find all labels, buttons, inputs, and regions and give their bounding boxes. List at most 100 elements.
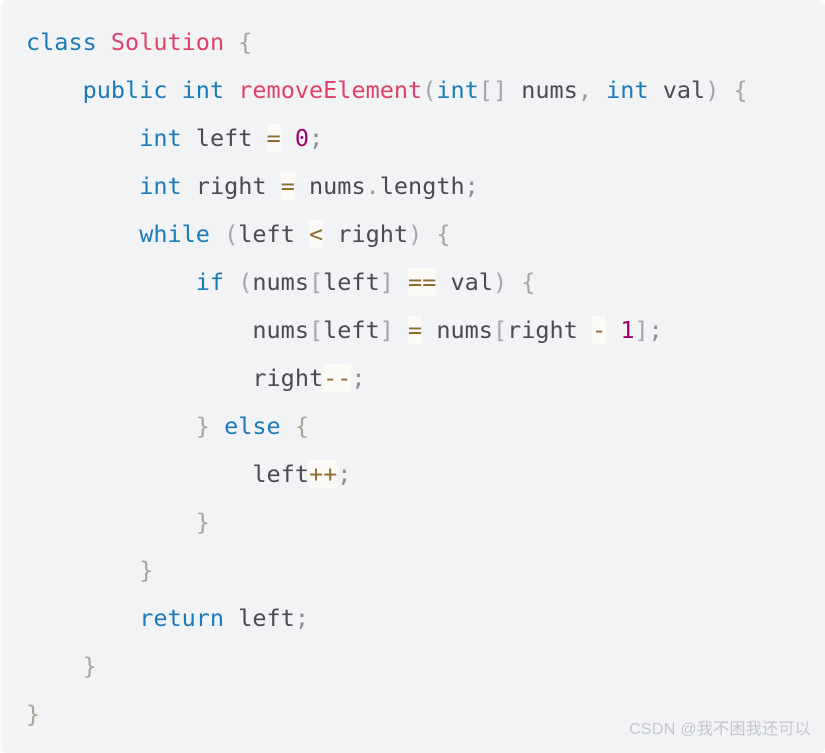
code-token-title: Solution [110, 28, 225, 56]
code-token-bracket: [ [308, 268, 324, 296]
code-line: if (nums[left] == val) { [26, 258, 825, 306]
code-line: } [26, 498, 825, 546]
code-token-keyword: public [82, 76, 168, 104]
code-token-ident: right [337, 220, 409, 248]
code-token-brace: { [521, 268, 536, 296]
code-token-type: int [139, 124, 182, 152]
code-token-paren: ) [705, 76, 720, 104]
code-token-type: int [606, 76, 649, 104]
code-token-dot: . [365, 172, 380, 200]
csdn-watermark: CSDN @我不困我还可以 [629, 721, 811, 738]
code-line: right--; [26, 354, 825, 402]
code-token-brace: { [238, 28, 253, 56]
code-token-semi: ; [309, 124, 324, 152]
code-line: while (left < right) { [26, 210, 825, 258]
code-line: return left; [26, 594, 825, 642]
code-token-ident: length [379, 172, 465, 200]
code-token-brace: } [195, 508, 210, 536]
code-token-keyword: while [139, 220, 210, 248]
code-listing[interactable]: class Solution { public int removeElemen… [3, 14, 825, 738]
code-token-ident: nums [436, 316, 493, 344]
code-token-semi: ; [337, 460, 352, 488]
code-line: nums[left] = nums[right - 1]; [26, 306, 825, 354]
code-token-brace: } [82, 652, 97, 680]
code-token-bracket: [ [308, 316, 324, 344]
code-block: class Solution { public int removeElemen… [0, 0, 825, 753]
code-token-bracket: ] [379, 268, 394, 296]
code-token-ident: nums [521, 76, 578, 104]
code-line: int right = nums.length; [26, 162, 825, 210]
code-token-bracket: [ [492, 316, 508, 344]
code-token-op: -- [323, 364, 352, 392]
code-token-brace: } [139, 556, 154, 584]
code-token-semi: ; [464, 172, 479, 200]
code-token-brace: } [195, 412, 210, 440]
code-token-op: = [266, 124, 281, 152]
code-token-paren: ( [422, 76, 437, 104]
code-token-paren: ( [238, 268, 253, 296]
code-token-bracket: ] [634, 316, 649, 344]
code-token-op: = [408, 316, 423, 344]
code-line: class Solution { [26, 18, 825, 66]
code-token-ident: left [252, 460, 309, 488]
code-line: int left = 0; [26, 114, 825, 162]
code-token-ident: left [238, 604, 295, 632]
code-token-keyword: if [195, 268, 225, 296]
code-token-number: 0 [294, 124, 310, 152]
code-token-ident: nums [309, 172, 366, 200]
code-line: } [26, 642, 825, 690]
code-token-ident: nums [252, 268, 309, 296]
code-token-op: - [592, 316, 607, 344]
code-token-op: == [408, 268, 437, 296]
code-token-bracket: [] [478, 76, 508, 104]
code-line: left++; [26, 450, 825, 498]
code-token-type: int [436, 76, 479, 104]
code-token-brace: { [436, 220, 451, 248]
code-token-ident: left [323, 316, 380, 344]
code-token-op: < [309, 220, 324, 248]
code-token-number: 1 [620, 316, 635, 344]
code-token-keyword: return [139, 604, 225, 632]
code-token-brace: { [294, 412, 309, 440]
code-token-paren: ) [492, 268, 508, 296]
code-token-paren: ) [408, 220, 423, 248]
code-token-title: removeElement [238, 76, 423, 104]
code-line: public int removeElement(int[] nums, int… [26, 66, 825, 114]
code-token-keyword: class [26, 28, 97, 56]
code-token-brace: { [733, 76, 748, 104]
code-token-paren: ( [224, 220, 239, 248]
code-token-ident: right [252, 364, 324, 392]
